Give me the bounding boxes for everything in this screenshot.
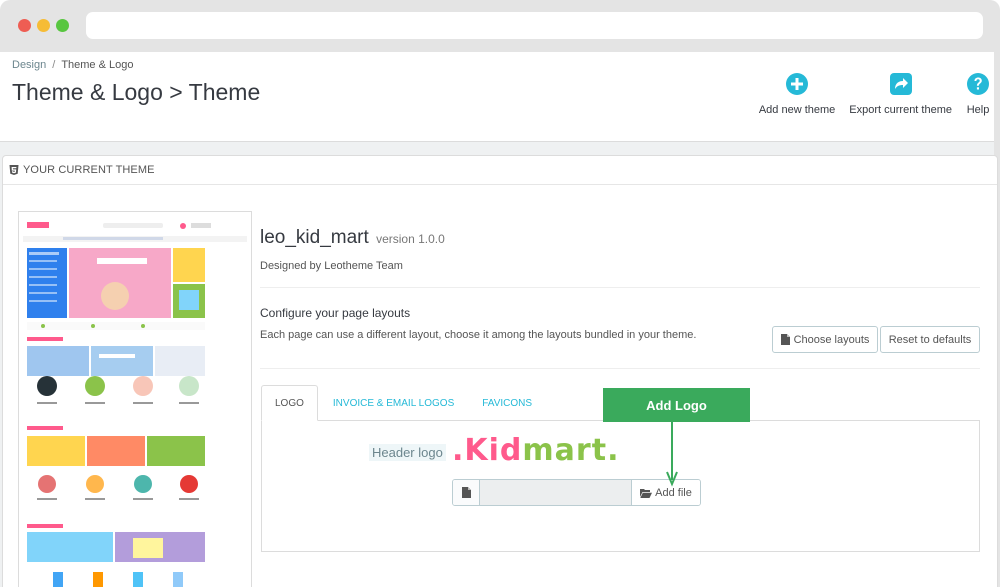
add-new-theme-label: Add new theme (758, 104, 836, 116)
share-icon (889, 73, 912, 95)
tab-logo[interactable]: LOGO (261, 385, 318, 421)
tab-invoice-email-logos[interactable]: INVOICE & EMAIL LOGOS (320, 385, 467, 421)
theme-preview-illustration (23, 216, 247, 587)
divider (260, 287, 980, 288)
file-type-indicator (453, 480, 480, 505)
theme-preview-image (23, 216, 247, 587)
panel-heading-text: YOUR CURRENT THEME (23, 164, 155, 176)
window-maximize-dot[interactable] (56, 19, 69, 32)
window-close-dot[interactable] (18, 19, 31, 32)
logo-file-upload: Add file (452, 479, 701, 506)
file-icon (461, 487, 471, 498)
logo-tabs: LOGO INVOICE & EMAIL LOGOS FAVICONS (261, 385, 547, 421)
layouts-title: Configure your page layouts (260, 306, 411, 320)
breadcrumb-design[interactable]: Design (12, 59, 46, 71)
html5-icon (9, 165, 19, 175)
export-current-theme-button[interactable]: Export current theme (849, 72, 952, 116)
theme-name: leo_kid_mart version 1.0.0 (260, 227, 445, 249)
folder-open-icon (640, 488, 653, 498)
plus-circle-icon (786, 73, 809, 95)
page-title: Theme & Logo > Theme (12, 79, 261, 105)
breadcrumb-separator: / (52, 59, 56, 71)
theme-version: version 1.0.0 (376, 232, 445, 246)
add-logo-callout: Add Logo (603, 388, 750, 422)
choose-layouts-label: Choose layouts (793, 333, 870, 346)
page-toolbar: Add new theme Export current theme Help (745, 72, 990, 116)
header-logo-label: Header logo (369, 444, 446, 461)
window-minimize-dot[interactable] (37, 19, 50, 32)
help-label: Help (966, 104, 990, 116)
theme-designer: Designed by Leotheme Team (260, 260, 403, 272)
logo-text-kid: Kid (464, 433, 523, 468)
divider (260, 368, 980, 369)
tab-favicons[interactable]: FAVICONS (469, 385, 545, 421)
layouts-description: Each page can use a different layout, ch… (260, 329, 697, 341)
choose-layouts-button[interactable]: Choose layouts (772, 326, 878, 353)
add-new-theme-button[interactable]: Add new theme (759, 72, 835, 116)
logo-dot-suffix: . (607, 433, 620, 468)
logo-file-input[interactable] (480, 480, 632, 505)
theme-preview-thumbnail[interactable] (18, 211, 252, 587)
address-bar[interactable] (86, 12, 983, 39)
breadcrumb: Design / Theme & Logo (12, 59, 133, 71)
callout-arrow-icon (666, 422, 678, 487)
reset-to-defaults-button[interactable]: Reset to defaults (880, 326, 980, 353)
panel-heading: YOUR CURRENT THEME (3, 156, 997, 185)
reset-to-defaults-label: Reset to defaults (888, 333, 972, 346)
question-circle-icon (967, 73, 989, 95)
logo-dot-prefix: . (452, 433, 465, 468)
file-icon (780, 334, 790, 345)
browser-chrome (0, 0, 1000, 52)
header-logo-preview: .Kidmart. (452, 433, 619, 468)
theme-name-text: leo_kid_mart (260, 227, 369, 248)
export-current-theme-label: Export current theme (849, 104, 952, 116)
help-button[interactable]: Help (966, 72, 990, 116)
page-header: Design / Theme & Logo Theme & Logo > Theme… (0, 52, 994, 142)
logo-text-mart: mart (522, 433, 608, 468)
breadcrumb-current: Theme & Logo (61, 59, 134, 71)
